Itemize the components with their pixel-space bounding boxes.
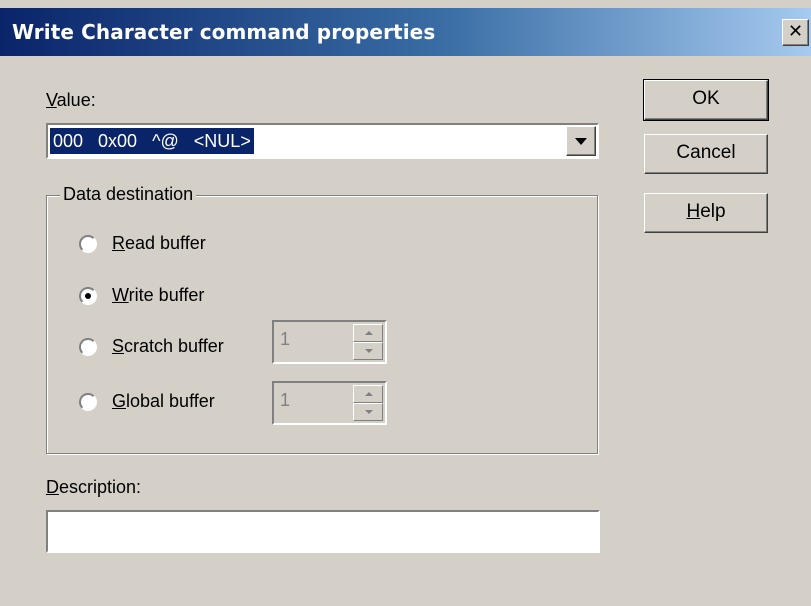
title-bar: Write Character command properties ✕ <box>0 8 811 56</box>
spin-down-arrow-icon <box>365 410 373 414</box>
radio-scratch-buffer[interactable] <box>79 338 97 356</box>
global-buffer-spinner: 1 <box>272 381 387 425</box>
global-buffer-value: 1 <box>280 390 291 410</box>
value-label: Value: <box>46 90 96 110</box>
dialog-title: Write Character command properties <box>12 20 436 44</box>
description-label: Description: <box>46 477 142 497</box>
global-spin-down-button <box>353 403 383 421</box>
radio-write-buffer[interactable] <box>79 287 97 305</box>
radio-write-buffer-label[interactable]: Write buffer <box>112 285 204 306</box>
radio-scratch-buffer-label[interactable]: Scratch buffer <box>112 336 224 357</box>
radio-global-buffer-label[interactable]: Global buffer <box>112 391 215 412</box>
value-combobox[interactable]: 000 0x00 ^@ <NUL> <box>46 123 599 159</box>
radio-read-buffer-label[interactable]: Read buffer <box>112 233 206 254</box>
ok-button[interactable]: OK <box>643 79 769 121</box>
global-spin-up-button <box>353 385 383 403</box>
help-button[interactable]: Help <box>644 193 768 233</box>
close-button[interactable]: ✕ <box>782 19 809 46</box>
spin-down-arrow-icon <box>365 349 373 353</box>
value-dropdown-button[interactable] <box>566 126 596 156</box>
spin-up-arrow-icon <box>365 392 373 396</box>
scratch-spin-up-button <box>353 324 383 342</box>
chevron-down-icon <box>575 138 587 145</box>
data-destination-legend: Data destination <box>60 184 197 205</box>
radio-global-buffer[interactable] <box>79 393 97 411</box>
scratch-spin-down-button <box>353 342 383 360</box>
close-icon: ✕ <box>787 21 804 42</box>
radio-read-buffer[interactable] <box>79 235 97 253</box>
cancel-button[interactable]: Cancel <box>644 134 768 174</box>
scratch-buffer-value: 1 <box>280 329 291 349</box>
radio-checked-dot <box>85 293 91 299</box>
description-input[interactable] <box>46 510 600 553</box>
spin-up-arrow-icon <box>365 331 373 335</box>
value-selected-text: 000 0x00 ^@ <NUL> <box>50 128 254 154</box>
scratch-buffer-spinner: 1 <box>272 320 387 364</box>
